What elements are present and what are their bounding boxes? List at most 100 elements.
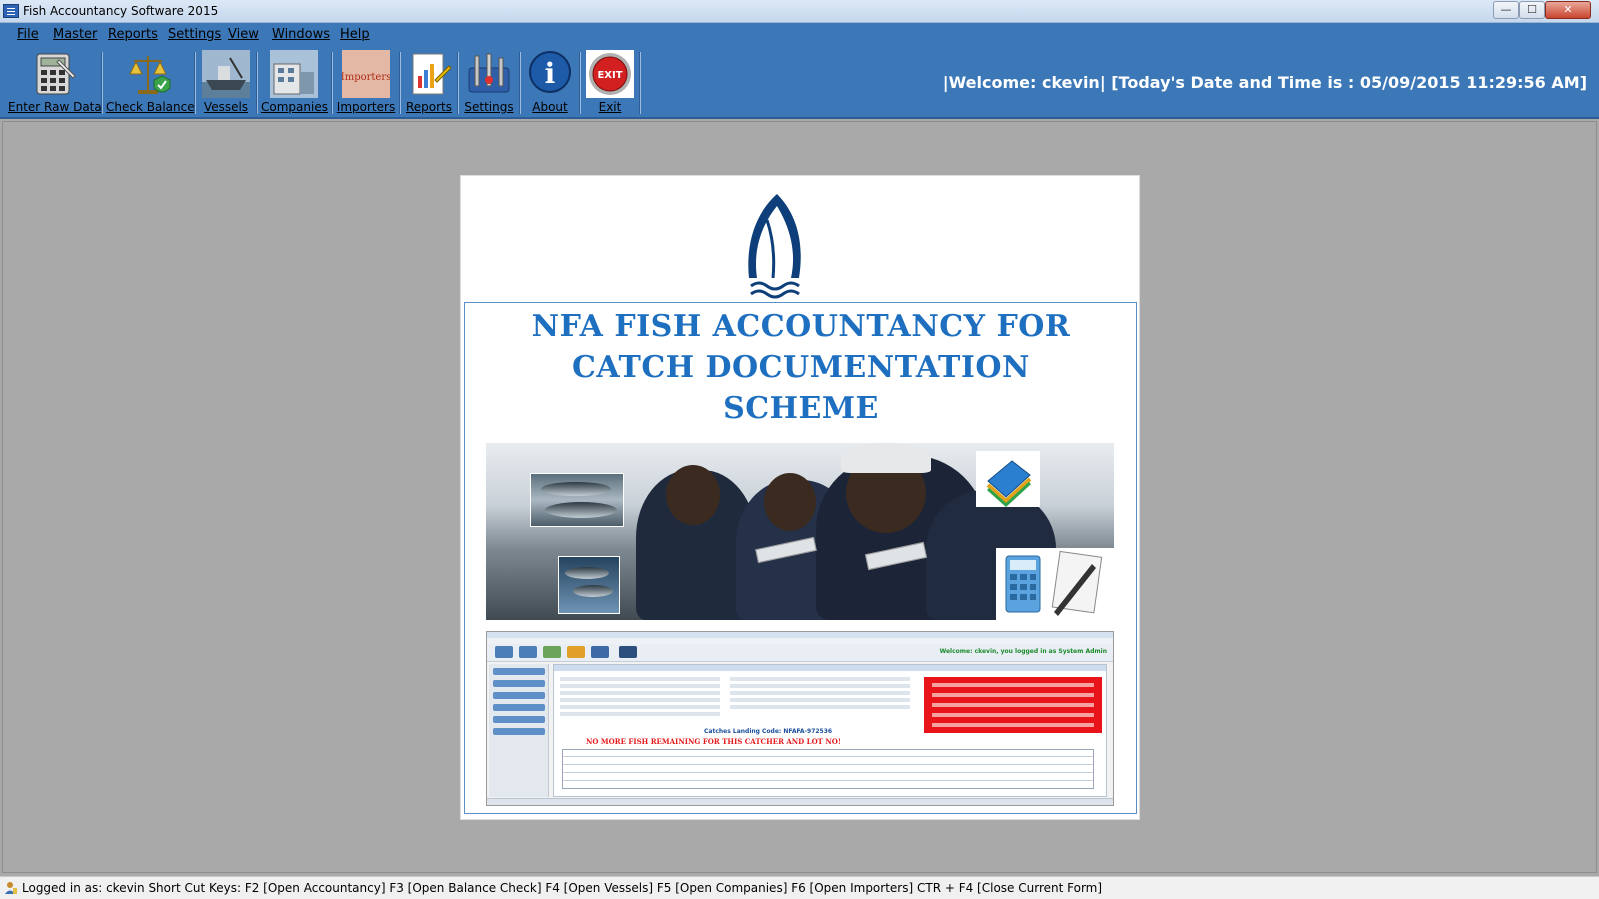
preview-side-button	[493, 680, 545, 687]
toolbar-separator	[457, 52, 459, 114]
preview-grid	[562, 749, 1094, 789]
photo-head	[666, 465, 720, 525]
preview-form-row	[730, 684, 910, 688]
photo-hat	[841, 443, 931, 473]
preview-form-row	[730, 698, 910, 702]
welcome-datetime-text: |Welcome: ckevin| [Today's Date and Time…	[942, 73, 1587, 92]
preview-form-row	[560, 691, 720, 695]
building-icon	[270, 50, 318, 98]
menu-help[interactable]: Help	[340, 27, 370, 42]
reports-button[interactable]: Reports	[404, 50, 454, 116]
app-preview-screenshot: Welcome: ckevin, you logged in as System…	[486, 631, 1114, 806]
preview-form-row	[560, 712, 720, 716]
splash-image: NFA FISH ACCOUNTANCY FOR CATCH DOCUMENTA…	[460, 175, 1140, 820]
preview-red-line	[932, 703, 1094, 707]
menu-view[interactable]: View	[228, 27, 259, 42]
preview-tool	[619, 646, 637, 658]
toolbar-separator	[256, 52, 258, 114]
preview-side-button	[493, 716, 545, 723]
toolbar-label: Enter Raw Data	[8, 100, 102, 114]
preview-side-button	[493, 704, 545, 711]
exit-icon-text: EXIT	[597, 70, 622, 81]
preview-form-row	[730, 677, 910, 681]
exit-icon: EXIT	[586, 50, 634, 98]
preview-alert: NO MORE FISH REMAINING FOR THIS CATCHER …	[586, 737, 841, 746]
preview-form-row	[560, 677, 720, 681]
toolbar-separator	[101, 52, 103, 114]
exit-button[interactable]: EXIT Exit	[584, 50, 636, 116]
toolbar-label: Exit	[598, 100, 622, 114]
calculator-pen-icon	[1005, 550, 1103, 616]
toolbar: Enter Raw Data Check Balance Vessels Com…	[0, 47, 1599, 119]
importers-icon-text: Importers	[342, 72, 390, 83]
menu-reports[interactable]: Reports	[108, 27, 158, 42]
toolbar-label: Importers	[336, 100, 396, 114]
menu-file[interactable]: File	[17, 27, 39, 42]
preview-red-line	[932, 693, 1094, 697]
about-button[interactable]: i About	[524, 50, 576, 116]
toolbar-label: Reports	[405, 100, 453, 114]
scales-icon	[129, 56, 171, 94]
tuna-inset-image	[530, 473, 624, 527]
window-title: Fish Accountancy Software 2015	[23, 4, 219, 18]
toolbar-label: Companies	[261, 100, 328, 114]
preview-tool	[543, 646, 561, 658]
photo-head	[764, 473, 816, 531]
menu-windows[interactable]: Windows	[272, 27, 330, 42]
fish-pile-inset-image	[558, 556, 620, 614]
fish-shape	[573, 585, 613, 597]
preview-red-line	[932, 723, 1094, 727]
menu-bar: File Master Reports Settings View Window…	[0, 23, 1599, 47]
inspectors-photo	[486, 443, 1114, 620]
calculator-pen-inset-image	[996, 548, 1114, 620]
menu-master[interactable]: Master	[53, 27, 97, 42]
maximize-button[interactable]: ☐	[1519, 1, 1545, 19]
toolbar-separator	[519, 52, 521, 114]
minimize-button[interactable]: —	[1493, 1, 1519, 19]
books-inset-image	[976, 451, 1040, 508]
status-bar: Logged in as: ckevin Short Cut Keys: F2 …	[0, 876, 1599, 899]
settings-button[interactable]: Settings	[462, 50, 516, 116]
preview-red-line	[932, 683, 1094, 687]
toolbar-separator	[331, 52, 333, 114]
preview-tool	[519, 646, 537, 658]
toolbar-separator	[399, 52, 401, 114]
headline-line: SCHEME	[723, 391, 879, 426]
menu-settings[interactable]: Settings	[168, 27, 221, 42]
check-balance-button[interactable]: Check Balance	[106, 50, 195, 116]
preview-statusbar	[487, 798, 1113, 805]
status-text: Logged in as: ckevin Short Cut Keys: F2 …	[22, 881, 1103, 895]
app-icon	[3, 4, 19, 18]
info-icon: i	[529, 51, 571, 93]
splash-headline: NFA FISH ACCOUNTANCY FOR CATCH DOCUMENTA…	[481, 306, 1121, 429]
preview-side-button	[493, 668, 545, 675]
fish-shape	[565, 567, 609, 579]
nfa-logo-icon	[748, 194, 801, 299]
user-icon	[5, 882, 17, 894]
fish-shape	[541, 482, 611, 496]
settings-icon	[468, 53, 510, 93]
importers-button[interactable]: Importers Importers	[336, 50, 396, 116]
vessels-button[interactable]: Vessels	[199, 50, 253, 116]
toolbar-separator	[579, 52, 581, 114]
companies-button[interactable]: Companies	[261, 50, 328, 116]
preview-sidebar	[489, 664, 549, 797]
importers-icon: Importers	[342, 50, 390, 98]
preview-welcome: Welcome: ckevin, you logged in as System…	[939, 648, 1107, 655]
report-icon	[412, 53, 452, 95]
preview-form: Catches Landing Code: NFAFA-972536 NO MO…	[553, 664, 1107, 797]
preview-side-button	[493, 692, 545, 699]
toolbar-separator	[639, 52, 641, 114]
preview-form-header	[554, 665, 1106, 671]
toolbar-label: Vessels	[203, 100, 249, 114]
preview-side-button	[493, 728, 545, 735]
enter-raw-data-button[interactable]: Enter Raw Data	[8, 50, 102, 116]
headline-line: CATCH DOCUMENTATION	[572, 350, 1030, 385]
close-button[interactable]: ✕	[1545, 1, 1591, 19]
about-icon-text: i	[545, 57, 556, 90]
books-icon	[986, 460, 1032, 508]
vessel-icon	[202, 50, 250, 98]
preview-form-row	[560, 698, 720, 702]
preview-red-line	[932, 713, 1094, 717]
toolbar-label: Settings	[464, 100, 514, 114]
